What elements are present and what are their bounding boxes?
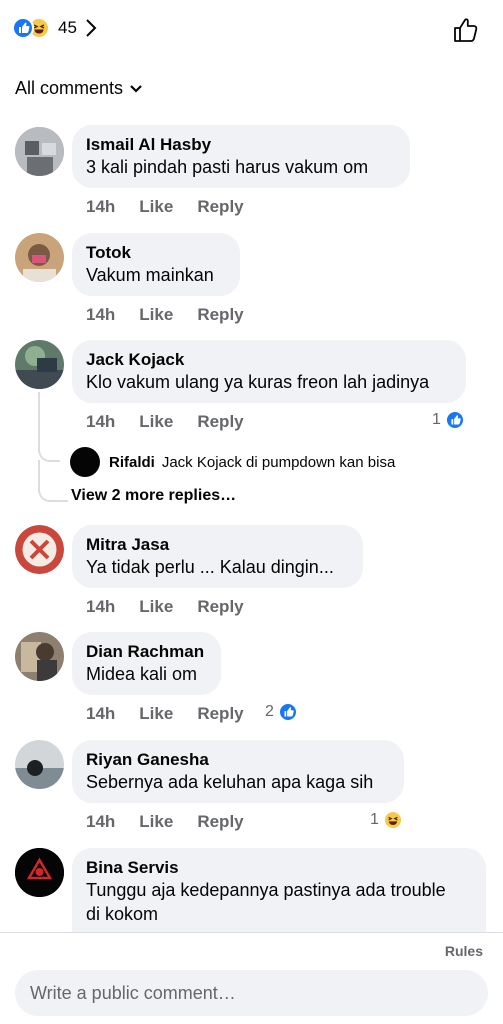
- avatar[interactable]: [15, 233, 64, 282]
- comment-text: 3 kali pindah pasti harus vakum om: [86, 157, 369, 177]
- comment-time: 14h: [86, 197, 116, 216]
- reply-button[interactable]: Reply: [197, 812, 243, 832]
- view-more-replies-link[interactable]: View 2 more replies…: [71, 487, 236, 505]
- like-button[interactable]: Like: [139, 197, 173, 217]
- comment-author[interactable]: Dian Rachman: [86, 641, 207, 662]
- reaction-badge[interactable]: 2: [265, 702, 298, 722]
- comment-time: 14h: [86, 597, 116, 616]
- reply-button[interactable]: Reply: [197, 305, 243, 325]
- comment-bubble[interactable]: Totok Vakum mainkan: [72, 233, 240, 296]
- avatar[interactable]: [15, 525, 64, 574]
- like-icon: [444, 410, 465, 430]
- comment-actions: 14h Like Reply: [86, 305, 268, 325]
- filter-label: All comments: [15, 78, 124, 98]
- comment-time: 14h: [86, 812, 116, 831]
- comment-actions: 14h Like Reply: [86, 812, 268, 832]
- thread-connector: [38, 448, 60, 462]
- comment-bubble[interactable]: Jack Kojack Klo vakum ulang ya kuras fre…: [72, 340, 466, 403]
- comment-text: Midea kali om: [86, 664, 198, 684]
- reactions-header: 45: [0, 0, 503, 58]
- like-button[interactable]: Like: [139, 812, 173, 832]
- like-reaction-icon: [12, 17, 34, 39]
- reaction-count: 1: [432, 411, 441, 428]
- comment-bubble[interactable]: Riyan Ganesha Sebernya ada keluhan apa k…: [72, 740, 404, 803]
- chevron-right-icon: [86, 19, 97, 37]
- like-button[interactable]: Like: [139, 412, 173, 432]
- avatar[interactable]: [15, 632, 64, 681]
- comment-author[interactable]: Riyan Ganesha: [86, 749, 390, 770]
- comment-text: Vakum mainkan: [86, 265, 214, 285]
- comment-filter-dropdown[interactable]: All comments: [15, 78, 143, 99]
- comment-text: Ya tidak perlu ... Kalau dingin...: [86, 557, 334, 577]
- reactions-summary[interactable]: 45: [12, 17, 97, 39]
- comment-bubble[interactable]: Ismail Al Hasby 3 kali pindah pasti haru…: [72, 125, 410, 188]
- thread-line: [38, 392, 40, 452]
- thumbs-up-icon: [454, 18, 478, 42]
- reply-author[interactable]: Rifaldi: [109, 454, 155, 471]
- reaction-badge[interactable]: 1: [370, 810, 403, 830]
- reaction-count: 45: [58, 18, 77, 37]
- comment-time: 14h: [86, 412, 116, 431]
- reaction-count: 2: [265, 703, 274, 720]
- comment-author[interactable]: Mitra Jasa: [86, 534, 349, 555]
- comment-actions: 14h Like Reply: [86, 704, 268, 724]
- like-post-button[interactable]: [451, 15, 481, 45]
- footer-divider: [0, 932, 503, 933]
- like-button[interactable]: Like: [139, 305, 173, 325]
- reaction-badge[interactable]: 1: [432, 410, 465, 430]
- reply-preview[interactable]: Rifaldi Jack Kojack di pumpdown kan bisa: [70, 447, 395, 477]
- like-button[interactable]: Like: [139, 597, 173, 617]
- avatar[interactable]: [15, 340, 64, 389]
- reaction-count: 1: [370, 811, 379, 828]
- comment-bubble[interactable]: Dian Rachman Midea kali om: [72, 632, 221, 695]
- thread-line: [38, 460, 40, 490]
- comment-time: 14h: [86, 305, 116, 324]
- chevron-down-icon: [130, 84, 142, 93]
- avatar[interactable]: [15, 127, 64, 176]
- avatar[interactable]: [15, 740, 64, 789]
- comment-time: 14h: [86, 704, 116, 723]
- comment-bubble[interactable]: Mitra Jasa Ya tidak perlu ... Kalau ding…: [72, 525, 363, 588]
- comment-author[interactable]: Jack Kojack: [86, 349, 452, 370]
- like-icon: [277, 702, 298, 722]
- reply-text: Jack Kojack di pumpdown kan bisa: [161, 453, 396, 471]
- comment-text: Sebernya ada keluhan apa kaga sih: [86, 772, 374, 792]
- comment-author[interactable]: Ismail Al Hasby: [86, 134, 396, 155]
- rules-link[interactable]: Rules: [445, 943, 483, 959]
- thread-connector: [38, 488, 68, 502]
- comment-actions: 14h Like Reply: [86, 197, 268, 217]
- comment-author[interactable]: Totok: [86, 242, 226, 263]
- comment-text: Klo vakum ulang ya kuras freon lah jadin…: [86, 372, 430, 392]
- comment-actions: 14h Like Reply: [86, 597, 268, 617]
- comment-text-line: Tunggu aja kedepannya pastinya ada troub…: [86, 880, 446, 900]
- like-button[interactable]: Like: [139, 704, 173, 724]
- reply-button[interactable]: Reply: [197, 597, 243, 617]
- comment-author[interactable]: Bina Servis: [86, 857, 472, 878]
- reply-button[interactable]: Reply: [197, 412, 243, 432]
- reply-button[interactable]: Reply: [197, 704, 243, 724]
- comment-actions: 14h Like Reply: [86, 412, 268, 432]
- avatar[interactable]: [70, 447, 100, 477]
- comment-text-line: di kokom: [86, 904, 159, 924]
- avatar[interactable]: [15, 848, 64, 897]
- comment-input[interactable]: [15, 970, 488, 1016]
- haha-icon: [382, 810, 403, 830]
- comment-bubble[interactable]: Bina Servis Tunggu aja kedepannya pastin…: [72, 848, 486, 932]
- reply-button[interactable]: Reply: [197, 197, 243, 217]
